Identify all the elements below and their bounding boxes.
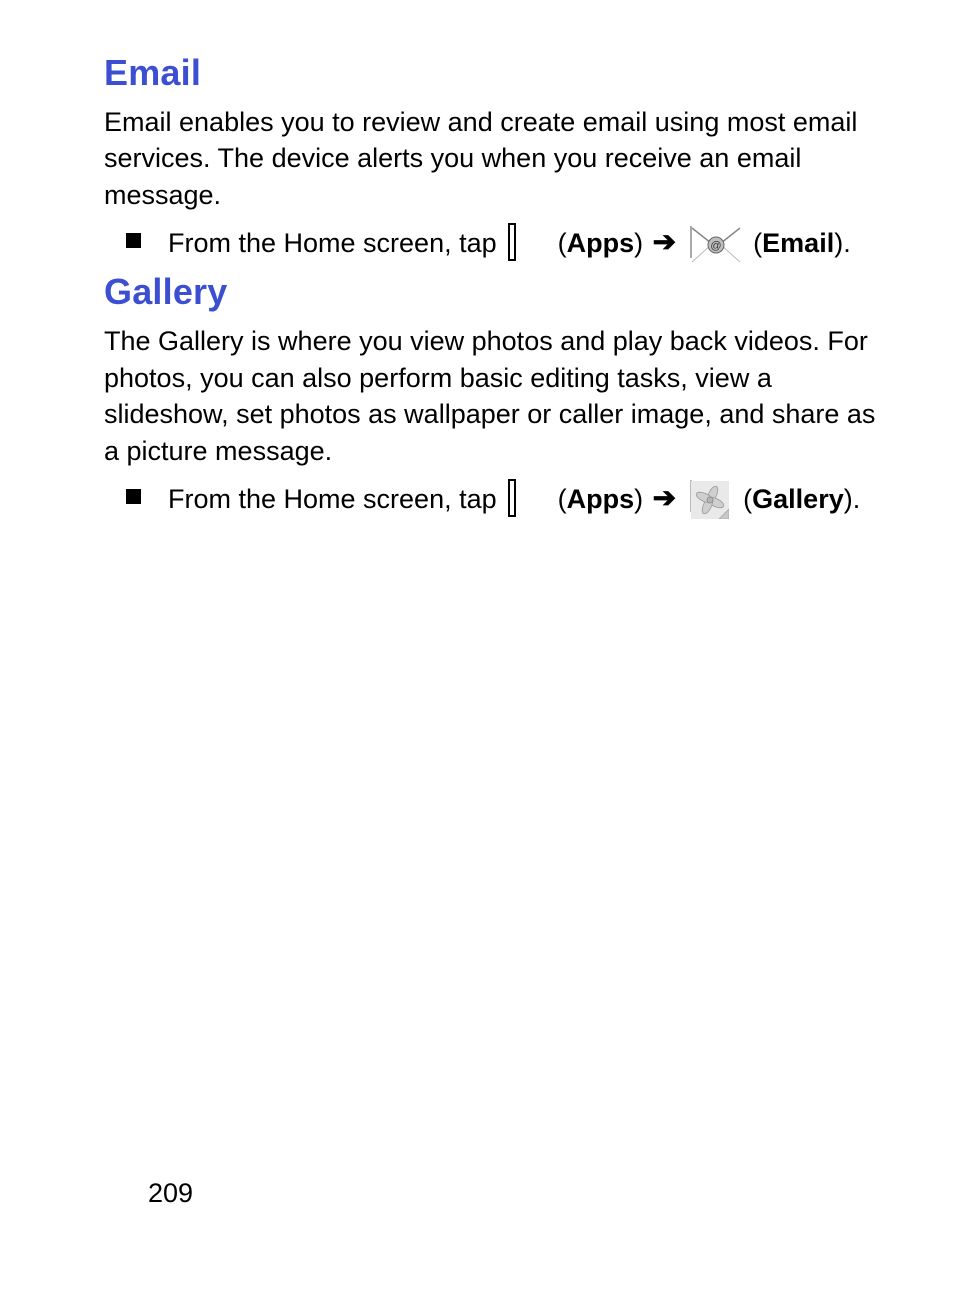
section-heading-gallery: Gallery xyxy=(104,271,890,313)
apps-grid-icon xyxy=(508,222,546,260)
paren-open: ( xyxy=(558,484,567,514)
email-app-icon: @ xyxy=(690,222,742,260)
manual-page: Email Email enables you to review and cr… xyxy=(0,0,954,1295)
section-heading-email: Email xyxy=(104,52,890,94)
arrow-right-icon: ➔ xyxy=(653,478,676,518)
bullet-square-icon xyxy=(126,489,141,504)
paren-close: ) xyxy=(634,484,651,514)
section-paragraph-gallery: The Gallery is where you view photos and… xyxy=(104,323,890,469)
bullet-prefix: From the Home screen, tap xyxy=(168,484,504,514)
bullet-prefix: From the Home screen, tap xyxy=(168,228,504,258)
gallery-label: Gallery xyxy=(752,484,844,514)
paren-open: ( xyxy=(558,228,567,258)
paren-open: ( xyxy=(743,484,752,514)
bullet-square-icon xyxy=(126,233,141,248)
gallery-app-icon xyxy=(690,476,732,518)
bullet-item-gallery: From the Home screen, tap (Apps) ➔ xyxy=(104,477,890,520)
section-paragraph-email: Email enables you to review and create e… xyxy=(104,104,890,213)
apps-label: Apps xyxy=(567,484,635,514)
page-number: 209 xyxy=(148,1178,193,1209)
paren-open: ( xyxy=(753,228,762,258)
paren-close-final: ). xyxy=(834,228,851,258)
arrow-right-icon: ➔ xyxy=(653,222,676,262)
paren-close-final: ). xyxy=(844,484,861,514)
bullet-item-email: From the Home screen, tap (Apps) ➔ @ (Em… xyxy=(104,221,890,263)
apps-label: Apps xyxy=(567,228,635,258)
paren-close: ) xyxy=(634,228,651,258)
apps-grid-icon xyxy=(508,478,546,516)
email-label: Email xyxy=(762,228,834,258)
